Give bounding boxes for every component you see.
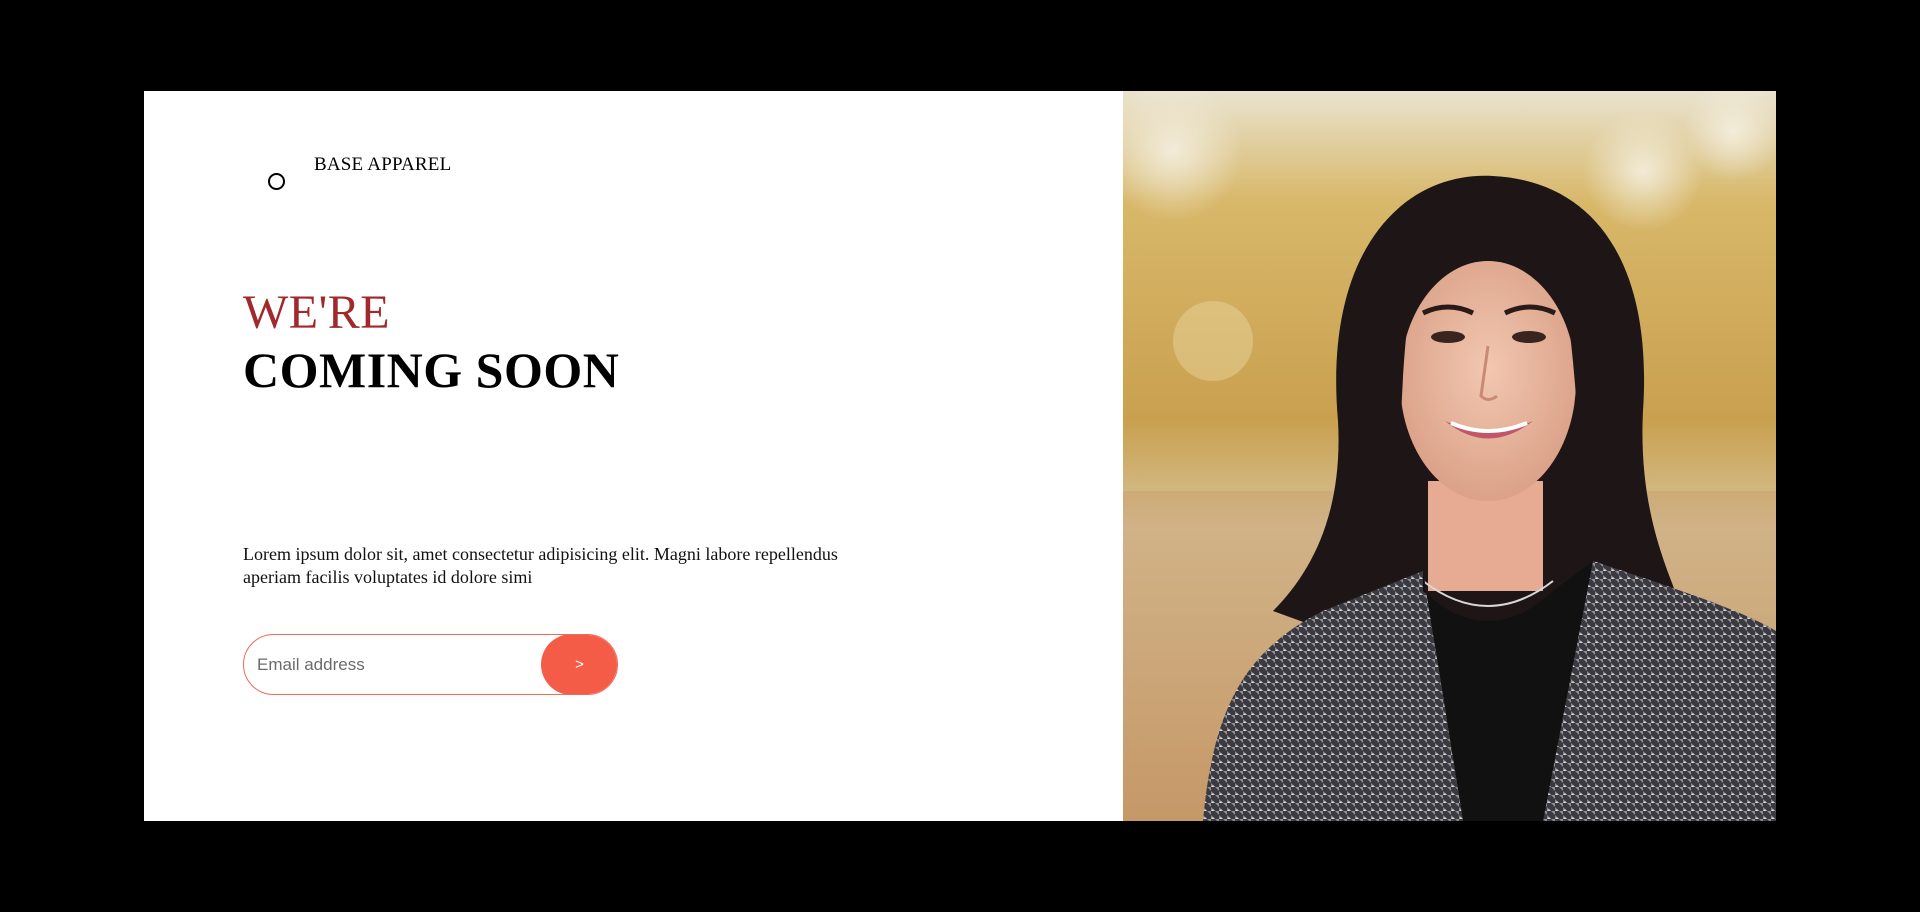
headline-were: WE'RE <box>243 286 391 339</box>
circle-outline-icon <box>268 173 285 190</box>
content-panel: BASE APPAREL WE'RE COMING SOON Lorem ips… <box>144 91 1123 821</box>
landing-card: BASE APPAREL WE'RE COMING SOON Lorem ips… <box>144 91 1776 821</box>
email-input[interactable] <box>244 635 540 694</box>
submit-button[interactable]: > <box>541 635 617 694</box>
description-text: Lorem ipsum dolor sit, amet consectetur … <box>243 544 838 587</box>
headline-coming-soon: COMING SOON <box>243 342 620 398</box>
email-signup-form: > <box>243 634 618 695</box>
brand-name: BASE APPAREL <box>314 154 452 175</box>
portrait-photo <box>1123 91 1776 821</box>
hero-image-panel <box>1123 91 1776 821</box>
